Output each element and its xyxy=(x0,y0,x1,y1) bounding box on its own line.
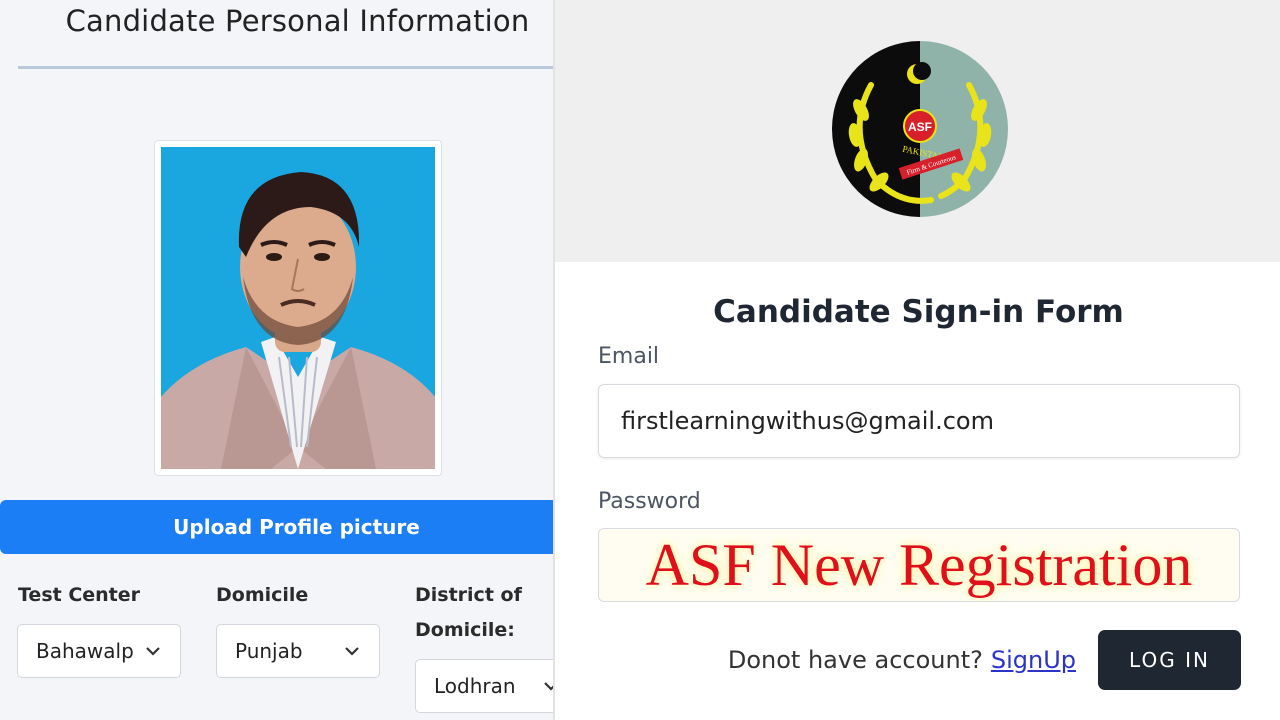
no-account-text: Donot have account? xyxy=(727,646,983,674)
chevron-down-icon xyxy=(345,647,359,656)
domicile-select[interactable]: Punjab xyxy=(216,624,380,678)
asf-new-registration-overlay: ASF New Registration xyxy=(645,531,1193,598)
upload-profile-picture-button[interactable]: Upload Profile picture xyxy=(0,500,553,554)
test-center-select[interactable]: Bahawalp xyxy=(17,624,181,678)
title-divider xyxy=(18,66,553,69)
signup-link[interactable]: SignUp xyxy=(991,646,1076,674)
password-field[interactable]: ASF New Registration xyxy=(598,528,1240,602)
profile-photo xyxy=(161,147,435,469)
sign-in-form-title: Candidate Sign-in Form xyxy=(713,294,1124,330)
profile-photo-illustration xyxy=(161,147,435,469)
district-select[interactable]: Lodhran xyxy=(415,659,553,713)
email-field[interactable]: firstlearningwithus@gmail.com xyxy=(598,384,1240,458)
personal-info-panel: Candidate Personal Information Upload Pr… xyxy=(0,0,553,720)
sign-in-panel: ASF PAKISTAN Firm & Courteous Candidate … xyxy=(553,0,1280,720)
email-value: firstlearningwithus@gmail.com xyxy=(621,407,994,435)
test-center-label: Test Center xyxy=(18,584,141,606)
password-label: Password xyxy=(598,489,701,514)
chevron-down-icon xyxy=(146,647,160,656)
district-label-line2: Domicile: xyxy=(415,619,515,641)
domicile-value: Punjab xyxy=(235,639,303,663)
profile-photo-frame xyxy=(154,140,442,476)
asf-logo-icon: ASF PAKISTAN Firm & Courteous xyxy=(832,41,1008,217)
district-label-line1: District of xyxy=(415,584,522,606)
logo-header: ASF PAKISTAN Firm & Courteous xyxy=(555,0,1280,262)
email-label: Email xyxy=(598,344,660,369)
test-center-value: Bahawalp xyxy=(36,639,134,663)
domicile-label: Domicile xyxy=(216,584,309,606)
logo-asf-text: ASF xyxy=(908,120,932,134)
district-value: Lodhran xyxy=(434,674,516,698)
login-button[interactable]: LOG IN xyxy=(1098,630,1241,690)
chevron-down-icon xyxy=(544,682,553,691)
personal-info-title: Candidate Personal Information xyxy=(65,4,530,38)
sign-in-footer: Donot have account? SignUp LOG IN xyxy=(555,630,1241,690)
